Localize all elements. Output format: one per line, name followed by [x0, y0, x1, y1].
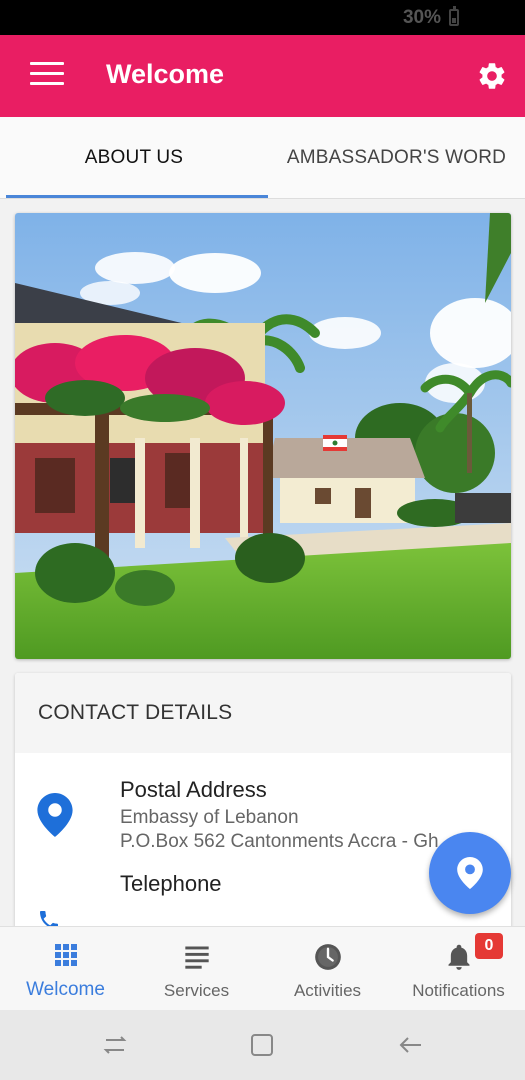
battery-level: 30% [402, 7, 441, 28]
gear-icon[interactable] [476, 60, 508, 92]
home-icon[interactable] [247, 1030, 277, 1060]
grid-icon [54, 944, 77, 966]
battery-icon [449, 6, 459, 26]
status-bar: 30% [0, 0, 525, 35]
app-bar: Welcome [0, 35, 525, 117]
list-icon [184, 946, 209, 969]
postal-address-title: Postal Address [120, 777, 267, 802]
location-pin-icon [457, 857, 483, 889]
nav-activities-label: Activities [293, 981, 362, 1000]
recent-apps-icon[interactable] [100, 1030, 130, 1060]
postal-address-line1: Embassy of Lebanon [120, 807, 299, 828]
page-title: Welcome [106, 59, 225, 89]
nav-welcome-label: Welcome [26, 979, 105, 1000]
location-fab[interactable] [429, 832, 511, 914]
location-pin-icon [37, 793, 73, 837]
system-navigation-bar [0, 1010, 525, 1080]
clock-icon [314, 944, 341, 970]
tab-bar: ABOUT US AMBASSADOR'S WORD [0, 117, 525, 199]
postal-address-line2: P.O.Box 562 Cantonments Accra - Gh [120, 831, 439, 852]
notifications-badge: 0 [475, 933, 503, 959]
tab-ambassadors-word[interactable]: AMBASSADOR'S WORD [268, 117, 525, 199]
telephone-title: Telephone [120, 871, 222, 896]
hamburger-menu-icon[interactable] [30, 62, 64, 90]
bell-icon [448, 944, 469, 970]
active-tab-indicator [6, 195, 268, 198]
embassy-photo [15, 213, 511, 659]
nav-services[interactable]: Services [131, 927, 262, 1011]
bottom-navigation: Welcome Services Activities Notification… [0, 926, 525, 1010]
nav-activities[interactable]: Activities [262, 927, 393, 1011]
nav-welcome[interactable]: Welcome [0, 927, 131, 1011]
nav-notifications-label: Notifications [412, 981, 505, 1000]
nav-notifications[interactable]: Notifications [393, 927, 524, 1011]
back-icon[interactable] [395, 1030, 425, 1060]
tab-about-us[interactable]: ABOUT US [0, 117, 268, 199]
nav-services-label: Services [163, 981, 230, 1000]
contact-details-header: CONTACT DETAILS [15, 673, 511, 753]
